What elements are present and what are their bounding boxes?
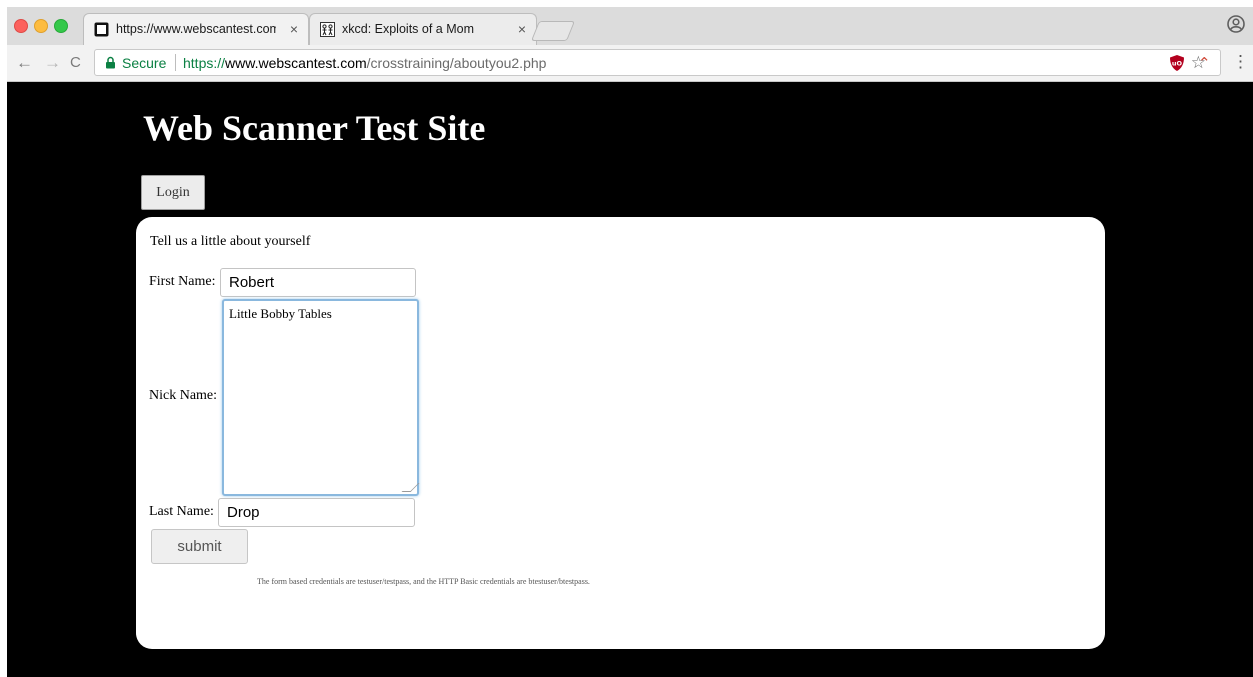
- nick-name-label: Nick Name:: [149, 388, 218, 403]
- tab-xkcd[interactable]: xkcd: Exploits of a Mom ×: [309, 13, 537, 45]
- credentials-note: The form based credentials are testuser/…: [257, 577, 590, 586]
- tab-close-button[interactable]: ×: [518, 21, 526, 37]
- ublock-extension-icon[interactable]: uO: [1169, 54, 1185, 72]
- form-intro: Tell us a little about yourself: [150, 234, 311, 249]
- resize-handle[interactable]: [401, 483, 420, 492]
- first-name-input[interactable]: [220, 268, 416, 297]
- forward-button[interactable]: →: [44, 53, 61, 73]
- extension-icon[interactable]: ⌃: [1198, 54, 1211, 72]
- browser-menu-button[interactable]: ⋮: [1232, 52, 1249, 72]
- url-host: www.webscantest.com: [225, 55, 367, 71]
- site-favicon-icon: [94, 22, 109, 37]
- tab-webscantest[interactable]: https://www.webscantest.com/ ×: [83, 13, 309, 45]
- address-separator: [175, 54, 176, 71]
- url-scheme: https://: [183, 55, 226, 71]
- browser-toolbar: ← → C Secure https://www.webscantest.com…: [7, 45, 1253, 82]
- lock-icon: [106, 56, 115, 69]
- reload-button[interactable]: C: [70, 54, 81, 71]
- nick-name-value: Little Bobby Tables: [229, 306, 332, 321]
- new-tab-button[interactable]: [530, 21, 576, 41]
- secure-label: Secure: [122, 55, 167, 71]
- browser-window: https://www.webscantest.com/ × xkcd: Exp…: [7, 7, 1253, 677]
- back-button[interactable]: ←: [16, 53, 33, 73]
- last-name-input[interactable]: [218, 498, 415, 527]
- tab-strip: https://www.webscantest.com/ × xkcd: Exp…: [7, 7, 1253, 45]
- page-content: Web Scanner Test Site Login Tell us a li…: [7, 82, 1253, 677]
- site-title: Web Scanner Test Site: [143, 108, 486, 148]
- submit-button[interactable]: submit: [151, 529, 248, 564]
- about-you-form: Tell us a little about yourself First Na…: [136, 217, 1105, 649]
- url-path: /crosstraining/aboutyou2.php: [366, 55, 547, 71]
- first-name-label: First Name:: [149, 274, 216, 289]
- login-button[interactable]: Login: [141, 175, 205, 210]
- tab-close-button[interactable]: ×: [290, 21, 298, 37]
- close-window-button[interactable]: [14, 19, 28, 33]
- profile-icon[interactable]: [1227, 15, 1245, 33]
- tab-title: https://www.webscantest.com/: [116, 22, 276, 36]
- last-name-label: Last Name:: [149, 504, 214, 519]
- url-text[interactable]: https://www.webscantest.com/crosstrainin…: [183, 55, 546, 71]
- address-bar[interactable]: Secure https://www.webscantest.com/cross…: [94, 49, 1221, 76]
- xkcd-favicon-icon: [320, 22, 335, 37]
- minimize-window-button[interactable]: [34, 19, 48, 33]
- tab-title: xkcd: Exploits of a Mom: [342, 22, 474, 36]
- svg-text:uO: uO: [1172, 60, 1183, 68]
- zoom-window-button[interactable]: [54, 19, 68, 33]
- nick-name-textarea[interactable]: Little Bobby Tables: [222, 299, 420, 496]
